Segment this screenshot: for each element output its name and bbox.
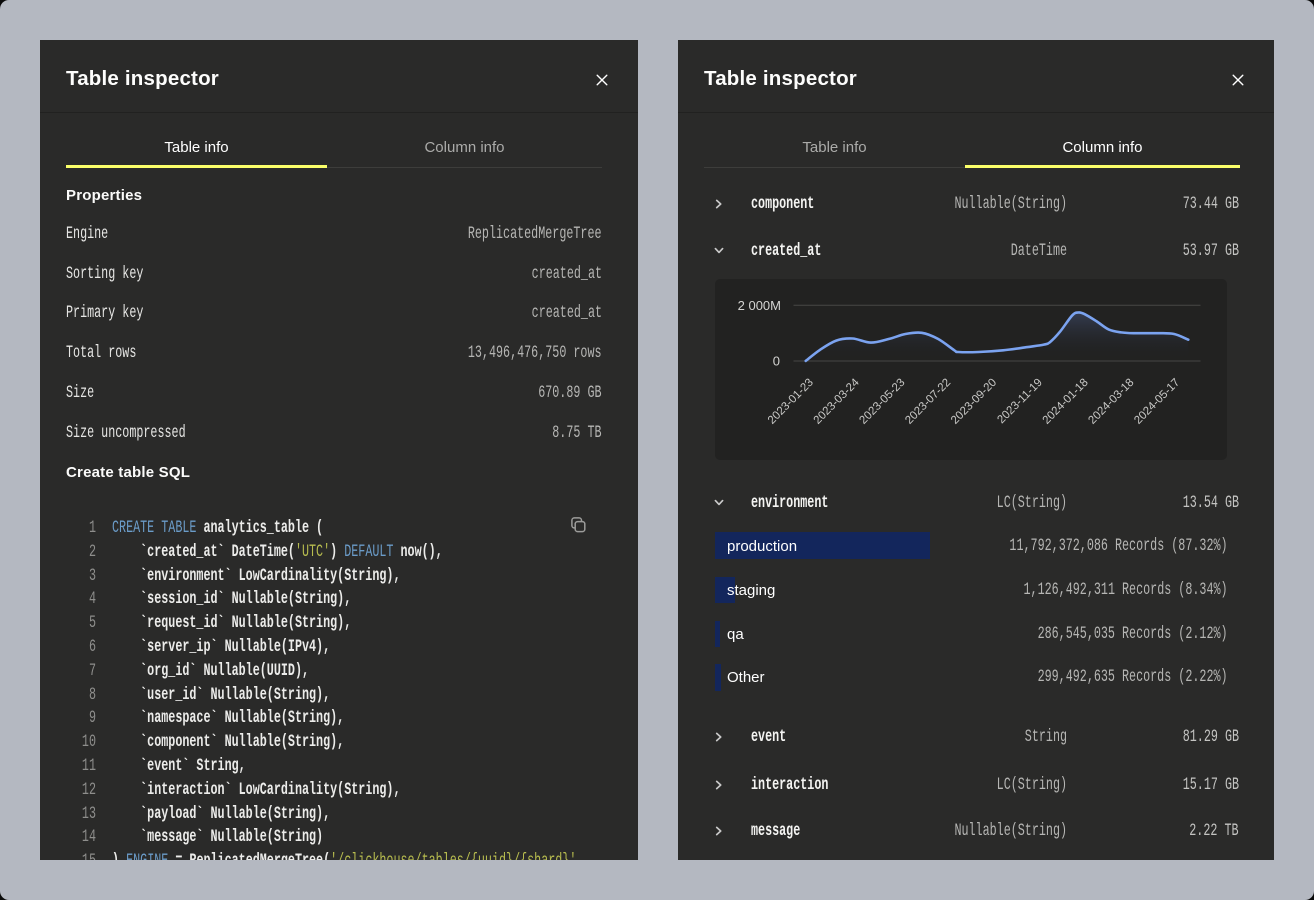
svg-text:2024-01-18: 2024-01-18: [1041, 377, 1091, 427]
svg-text:2023-07-22: 2023-07-22: [903, 377, 953, 427]
svg-text:2 000M: 2 000M: [738, 298, 781, 313]
svg-text:0: 0: [773, 354, 780, 369]
svg-text:2024-03-18: 2024-03-18: [1086, 377, 1136, 427]
svg-text:2023-05-23: 2023-05-23: [857, 377, 907, 427]
svg-text:2024-05-17: 2024-05-17: [1132, 377, 1182, 427]
svg-text:2023-01-23: 2023-01-23: [766, 377, 816, 427]
svg-text:2023-09-20: 2023-09-20: [949, 377, 999, 427]
svg-text:2023-03-24: 2023-03-24: [812, 376, 863, 427]
svg-text:2023-11-19: 2023-11-19: [995, 377, 1044, 426]
